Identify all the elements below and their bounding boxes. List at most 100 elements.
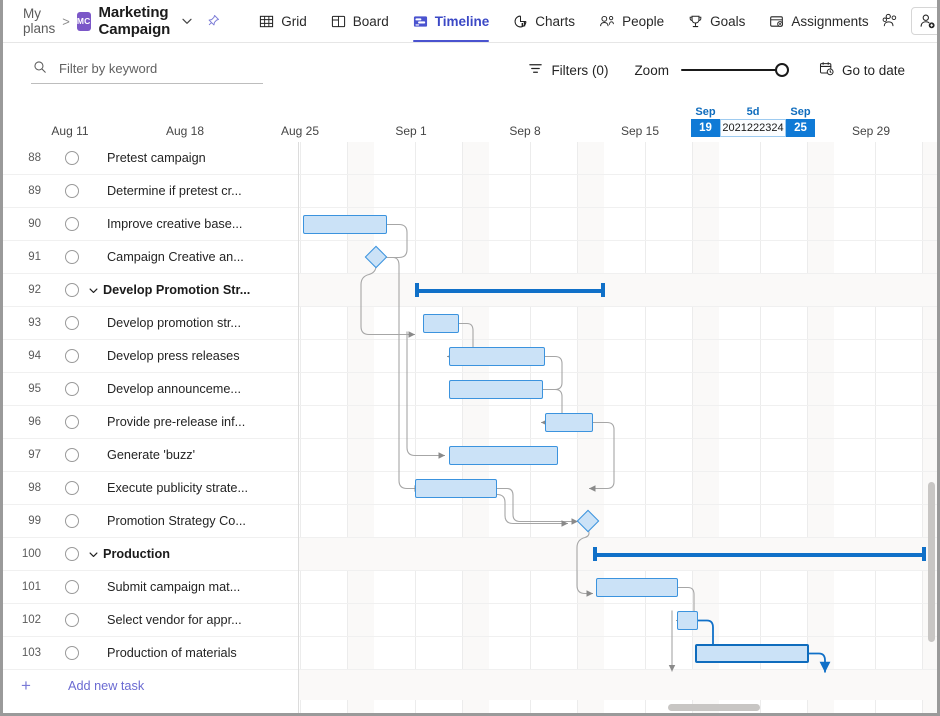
app-header: My plans > MC Marketing Campaign Grid Bo…	[3, 0, 937, 43]
task-complete-checkbox[interactable]	[65, 547, 79, 561]
task-complete-checkbox[interactable]	[65, 514, 79, 528]
zoom-slider-handle[interactable]	[775, 63, 789, 77]
gantt-bar[interactable]	[449, 347, 545, 366]
date-range-start-day: 19	[691, 119, 720, 137]
task-list-pane: 88Pretest campaign89Determine if pretest…	[3, 142, 299, 716]
share-person-add-icon[interactable]	[911, 7, 940, 35]
task-complete-checkbox[interactable]	[65, 481, 79, 495]
task-row-index: 90	[3, 218, 49, 230]
gantt-bar[interactable]	[423, 314, 459, 333]
date-range-duration[interactable]: 5d 2021222324	[720, 105, 786, 137]
task-complete-checkbox[interactable]	[65, 646, 79, 660]
task-row[interactable]: 89Determine if pretest cr...	[3, 175, 298, 208]
gantt-bar-selected[interactable]	[695, 644, 809, 663]
tab-goals-label: Goals	[710, 14, 745, 29]
summary-cap-right	[601, 283, 605, 297]
tab-grid-label: Grid	[281, 14, 307, 29]
task-row-index: 89	[3, 185, 49, 197]
task-complete-checkbox[interactable]	[65, 382, 79, 396]
gantt-chart[interactable]	[299, 142, 937, 716]
task-complete-checkbox[interactable]	[65, 448, 79, 462]
task-row[interactable]: 95Develop announceme...	[3, 373, 298, 406]
task-row[interactable]: 101Submit campaign mat...	[3, 571, 298, 604]
task-row[interactable]: 91Campaign Creative an...	[3, 241, 298, 274]
task-row[interactable]: 88Pretest campaign	[3, 142, 298, 175]
task-complete-checkbox[interactable]	[65, 217, 79, 231]
task-complete-checkbox[interactable]	[65, 580, 79, 594]
members-group-icon[interactable]	[881, 12, 901, 30]
date-range-end[interactable]: Sep 25	[786, 105, 815, 137]
task-row[interactable]: 97Generate 'buzz'	[3, 439, 298, 472]
timeline-view: Sep 19 5d 2021222324 Sep 25 Aug 11Aug 18…	[3, 97, 937, 716]
task-complete-checkbox[interactable]	[65, 415, 79, 429]
gantt-bar[interactable]	[303, 215, 387, 234]
task-row[interactable]: 90Improve creative base...	[3, 208, 298, 241]
gantt-bar[interactable]	[415, 479, 497, 498]
dependency-links	[299, 142, 937, 716]
expand-chevron-icon[interactable]	[88, 285, 101, 296]
task-row[interactable]: 93Develop promotion str...	[3, 307, 298, 340]
gantt-summary-bar[interactable]	[593, 547, 926, 561]
toolbar: Filters (0) Zoom Go to date	[3, 43, 937, 97]
task-complete-checkbox[interactable]	[65, 316, 79, 330]
summary-bar-line	[593, 553, 926, 557]
task-complete-checkbox[interactable]	[65, 613, 79, 627]
task-row[interactable]: 92Develop Promotion Str...	[3, 274, 298, 307]
filters-button[interactable]: Filters (0)	[516, 55, 620, 85]
add-new-task-label[interactable]: Add new task	[68, 679, 144, 693]
task-row[interactable]: 102Select vendor for appr...	[3, 604, 298, 637]
gantt-bar[interactable]	[449, 380, 543, 399]
task-row[interactable]: 98Execute publicity strate...	[3, 472, 298, 505]
vertical-scrollbar[interactable]	[928, 257, 937, 716]
add-new-task-row[interactable]: + Add new task	[3, 670, 298, 702]
task-row[interactable]: 99Promotion Strategy Co...	[3, 505, 298, 538]
search-box[interactable]	[31, 56, 263, 84]
gantt-summary-bar[interactable]	[415, 283, 605, 297]
gantt-bar[interactable]	[677, 611, 698, 630]
timeline-app: My plans > MC Marketing Campaign Grid Bo…	[0, 0, 940, 716]
tab-charts[interactable]: Charts	[501, 0, 587, 42]
row-divider	[299, 471, 937, 472]
chevron-down-icon[interactable]	[181, 15, 193, 27]
search-input[interactable]	[57, 60, 261, 77]
task-row[interactable]: 100Production	[3, 538, 298, 571]
gantt-bar[interactable]	[449, 446, 558, 465]
task-complete-checkbox[interactable]	[65, 184, 79, 198]
task-complete-checkbox[interactable]	[65, 349, 79, 363]
tab-grid[interactable]: Grid	[247, 0, 319, 42]
task-row-index: 88	[3, 152, 49, 164]
task-row[interactable]: 96Provide pre-release inf...	[3, 406, 298, 439]
plus-icon: +	[3, 676, 49, 696]
task-complete-checkbox[interactable]	[65, 151, 79, 165]
expand-chevron-icon[interactable]	[88, 549, 101, 560]
task-complete-checkbox[interactable]	[65, 283, 79, 297]
task-row-index: 98	[3, 482, 49, 494]
axis-tick: Sep 15	[621, 124, 659, 138]
tab-people[interactable]: People	[587, 0, 676, 42]
row-divider	[299, 405, 937, 406]
gantt-bar[interactable]	[545, 413, 593, 432]
vertical-scrollbar-thumb[interactable]	[928, 482, 935, 642]
horizontal-scrollbar[interactable]	[299, 704, 928, 713]
task-row-index: 94	[3, 350, 49, 362]
date-range-selector[interactable]: Sep 19 5d 2021222324 Sep 25	[691, 105, 815, 137]
tab-goals[interactable]: Goals	[676, 0, 757, 42]
task-row[interactable]: 94Develop press releases	[3, 340, 298, 373]
breadcrumb-my-plans[interactable]: My plans	[23, 6, 55, 36]
date-range-start[interactable]: Sep 19	[691, 105, 720, 137]
row-divider	[299, 603, 937, 604]
row-divider	[299, 207, 937, 208]
task-complete-checkbox[interactable]	[65, 250, 79, 264]
grid-line	[807, 142, 808, 716]
tab-assignments[interactable]: Assignments	[757, 0, 880, 42]
tab-board[interactable]: Board	[319, 0, 401, 42]
grid-line	[530, 142, 531, 716]
tab-timeline[interactable]: Timeline	[401, 0, 502, 42]
task-row[interactable]: 103Production of materials	[3, 637, 298, 670]
gantt-bar[interactable]	[596, 578, 678, 597]
horizontal-scrollbar-thumb[interactable]	[668, 704, 760, 711]
dependency-link	[497, 495, 568, 524]
zoom-slider[interactable]	[681, 62, 789, 78]
pin-icon[interactable]	[206, 14, 220, 28]
go-to-date-button[interactable]: Go to date	[807, 55, 917, 85]
